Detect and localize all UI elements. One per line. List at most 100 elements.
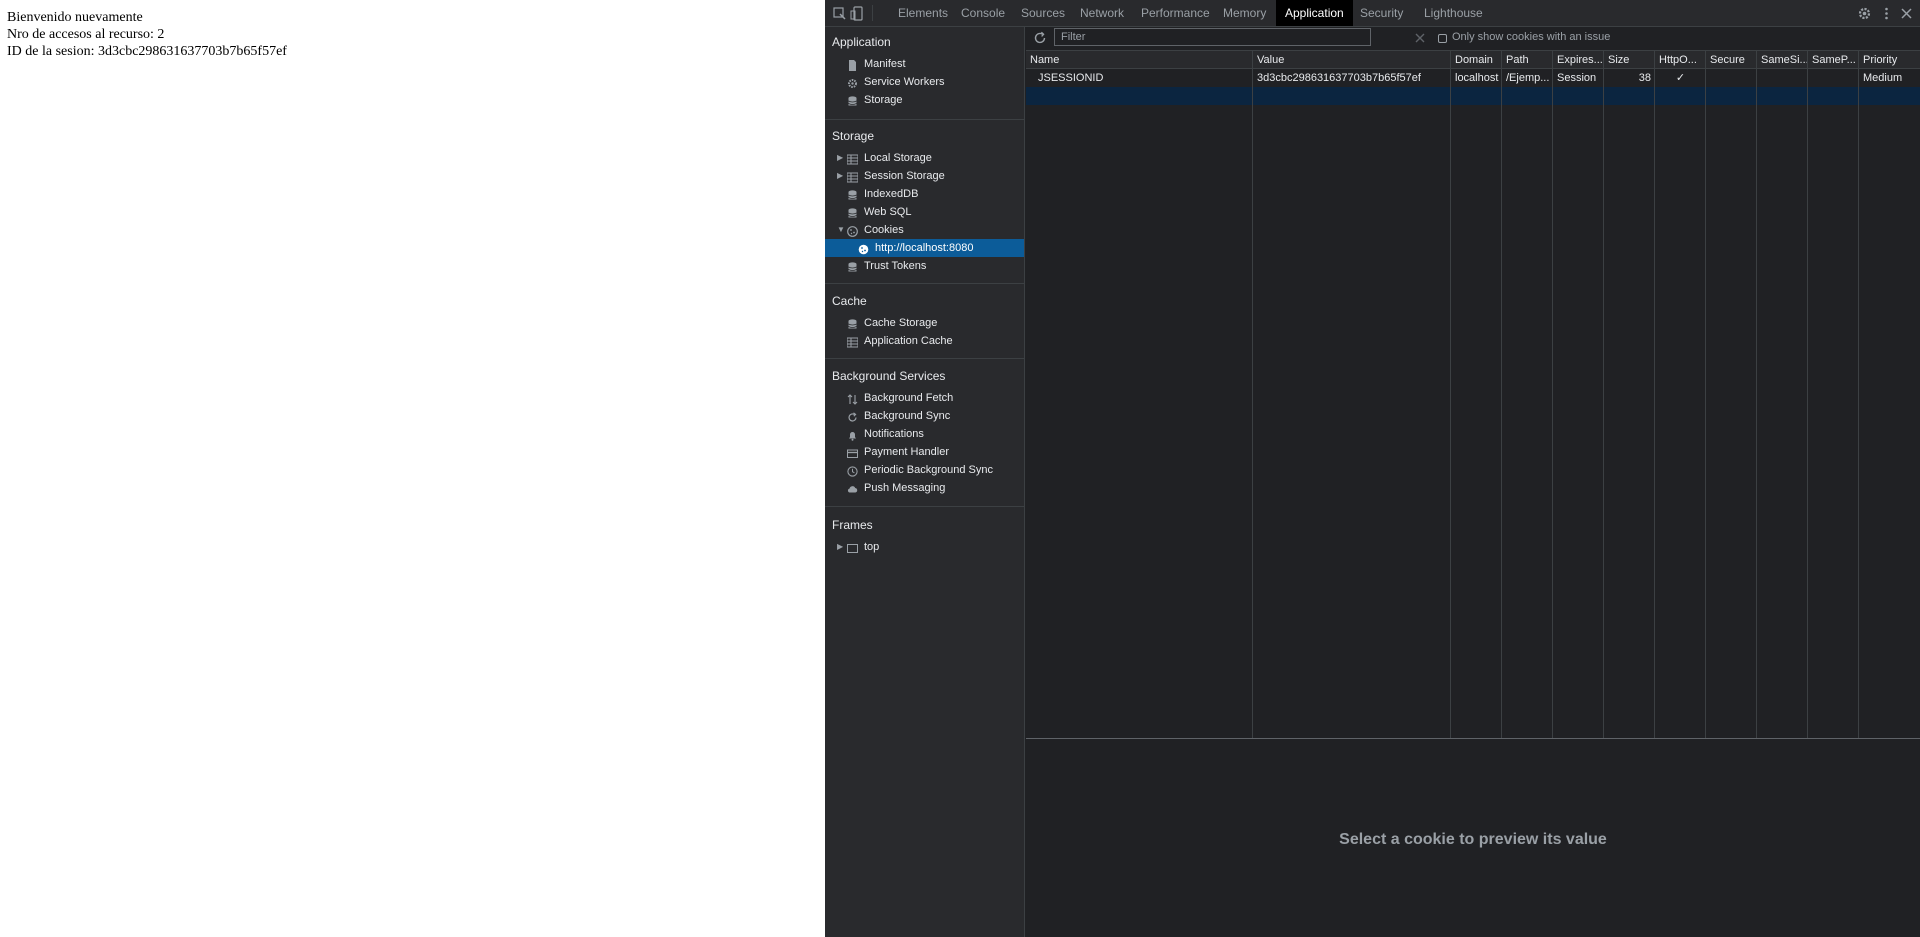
- column-header-httponly[interactable]: HttpO...: [1655, 51, 1706, 69]
- column-header-expires[interactable]: Expires...: [1553, 51, 1604, 69]
- cookie-icon: [858, 243, 869, 255]
- tab-application[interactable]: Application: [1276, 0, 1353, 26]
- column-header-path[interactable]: Path: [1502, 51, 1553, 69]
- sidebar-item-notifications[interactable]: Notifications: [825, 425, 1024, 443]
- gear-icon: [847, 77, 858, 88]
- cell-secure: [1706, 69, 1757, 87]
- column-header-sameparty[interactable]: SameP...: [1808, 51, 1859, 69]
- grid-icon: [846, 336, 859, 348]
- cell-size: 38: [1638, 72, 1651, 84]
- tab-memory[interactable]: Memory: [1214, 0, 1275, 26]
- cloud-icon: [847, 483, 858, 494]
- database-icon: [847, 318, 858, 329]
- cell-sameparty: [1808, 69, 1859, 87]
- sidebar-item-local-storage[interactable]: ▶ Local Storage: [825, 149, 1024, 167]
- preview-empty-message: Select a cookie to preview its value: [1339, 831, 1607, 848]
- cell-samesite: [1757, 69, 1808, 87]
- refresh-icon[interactable]: [1033, 31, 1047, 45]
- sidebar-item-cookie-origin[interactable]: http://localhost:8080: [825, 239, 1024, 257]
- collapse-arrow-icon[interactable]: ▼: [837, 221, 845, 239]
- tab-console[interactable]: Console: [952, 0, 1014, 26]
- frame-icon: [847, 542, 858, 553]
- cell-expires: Session: [1557, 72, 1597, 84]
- tab-elements[interactable]: Elements: [889, 0, 957, 26]
- clock-icon: [847, 465, 858, 477]
- section-title-background-services: Background Services: [832, 369, 946, 383]
- more-options-icon[interactable]: [1879, 6, 1894, 21]
- section-title-frames: Frames: [832, 518, 873, 532]
- column-header-domain[interactable]: Domain: [1451, 51, 1502, 69]
- sidebar-item-background-fetch[interactable]: Background Fetch: [825, 389, 1024, 407]
- sidebar-item-session-storage[interactable]: ▶ Session Storage: [825, 167, 1024, 185]
- cell-path: /Ejemp...: [1506, 72, 1550, 84]
- cookie-icon: [847, 225, 858, 237]
- sidebar-item-indexeddb[interactable]: IndexedDB: [825, 185, 1024, 203]
- devtools-panel: Elements Console Sources Network Perform…: [825, 0, 1920, 937]
- sidebar-item-trust-tokens[interactable]: Trust Tokens: [825, 257, 1024, 275]
- sidebar-item-periodic-background-sync[interactable]: Periodic Background Sync: [825, 461, 1024, 479]
- cell-httponly: ✓: [1675, 72, 1686, 84]
- sidebar-item-web-sql[interactable]: Web SQL: [825, 203, 1024, 221]
- sidebar-item-frame-top[interactable]: ▶ top: [825, 538, 1024, 556]
- expand-arrow-icon[interactable]: ▶: [837, 538, 845, 556]
- close-devtools-icon[interactable]: [1899, 6, 1914, 21]
- section-title-cache: Cache: [832, 294, 867, 308]
- sidebar-item-application-cache[interactable]: Application Cache: [825, 332, 1024, 350]
- clear-all-icon[interactable]: [1414, 32, 1426, 44]
- filter-input[interactable]: [1054, 28, 1371, 46]
- sidebar-item-cache-storage[interactable]: Cache Storage: [825, 314, 1024, 332]
- session-id-text: ID de la sesion: 3d3cbc298631637703b7b65…: [7, 44, 287, 59]
- access-count-text: Nro de accesos al recurso: 2: [7, 27, 165, 42]
- file-icon: [847, 59, 858, 71]
- sidebar-item-service-workers[interactable]: Service Workers: [825, 73, 1024, 91]
- cookie-preview-pane: Select a cookie to preview its value: [1026, 738, 1920, 937]
- sidebar-item-push-messaging[interactable]: Push Messaging: [825, 479, 1024, 497]
- tab-security[interactable]: Security: [1351, 0, 1412, 26]
- application-sidebar: Application Manifest Service Workers Sto…: [825, 27, 1025, 937]
- database-icon: [847, 207, 858, 218]
- column-header-name[interactable]: Name: [1026, 51, 1253, 69]
- cookies-table: Name Value Domain Path Expires... Size H…: [1026, 51, 1920, 738]
- tab-network[interactable]: Network: [1071, 0, 1133, 26]
- web-page: Bienvenido nuevamente Nro de accesos al …: [0, 0, 825, 937]
- sidebar-item-manifest[interactable]: Manifest: [825, 55, 1024, 73]
- column-header-value[interactable]: Value: [1253, 51, 1451, 69]
- sidebar-item-background-sync[interactable]: Background Sync: [825, 407, 1024, 425]
- only-issue-label: Only show cookies with an issue: [1452, 31, 1611, 43]
- cookies-toolbar: Only show cookies with an issue: [1026, 27, 1920, 51]
- cell-value: 3d3cbc298631637703b7b65f57ef: [1257, 72, 1421, 84]
- database-icon: [847, 261, 858, 272]
- sidebar-item-cookies[interactable]: ▼ Cookies: [825, 221, 1024, 239]
- settings-gear-icon[interactable]: [1857, 6, 1872, 21]
- expand-arrow-icon[interactable]: ▶: [837, 149, 845, 167]
- tab-performance[interactable]: Performance: [1132, 0, 1219, 26]
- column-header-priority[interactable]: Priority: [1859, 51, 1920, 69]
- sidebar-item-storage[interactable]: Storage: [825, 91, 1024, 109]
- bell-icon: [847, 429, 858, 441]
- inspect-element-icon[interactable]: [832, 6, 847, 21]
- fetch-arrows-icon: [847, 393, 858, 405]
- column-header-size[interactable]: Size: [1604, 51, 1655, 69]
- devtools-tabbar: Elements Console Sources Network Perform…: [825, 0, 1920, 27]
- tab-lighthouse[interactable]: Lighthouse: [1415, 0, 1492, 26]
- section-title-storage: Storage: [832, 129, 875, 143]
- expand-arrow-icon[interactable]: ▶: [837, 167, 845, 185]
- cell-priority: Medium: [1863, 72, 1903, 84]
- welcome-text: Bienvenido nuevamente: [7, 10, 143, 25]
- database-icon: [847, 95, 858, 106]
- grid-icon: [846, 153, 859, 165]
- device-toolbar-icon[interactable]: [850, 6, 865, 21]
- tab-sources[interactable]: Sources: [1012, 0, 1074, 26]
- table-row-empty-selected[interactable]: [1026, 87, 1920, 105]
- cell-domain: localhost: [1455, 72, 1499, 84]
- credit-card-icon: [847, 447, 858, 458]
- cell-name: JSESSIONID: [1038, 72, 1104, 84]
- column-header-secure[interactable]: Secure: [1706, 51, 1757, 69]
- sync-icon: [847, 411, 858, 422]
- grid-icon: [846, 171, 859, 183]
- sidebar-item-payment-handler[interactable]: Payment Handler: [825, 443, 1024, 461]
- section-title-application: Application: [832, 35, 891, 49]
- only-issue-checkbox[interactable]: [1438, 34, 1447, 43]
- database-icon: [847, 189, 858, 200]
- column-header-samesite[interactable]: SameSi...: [1757, 51, 1808, 69]
